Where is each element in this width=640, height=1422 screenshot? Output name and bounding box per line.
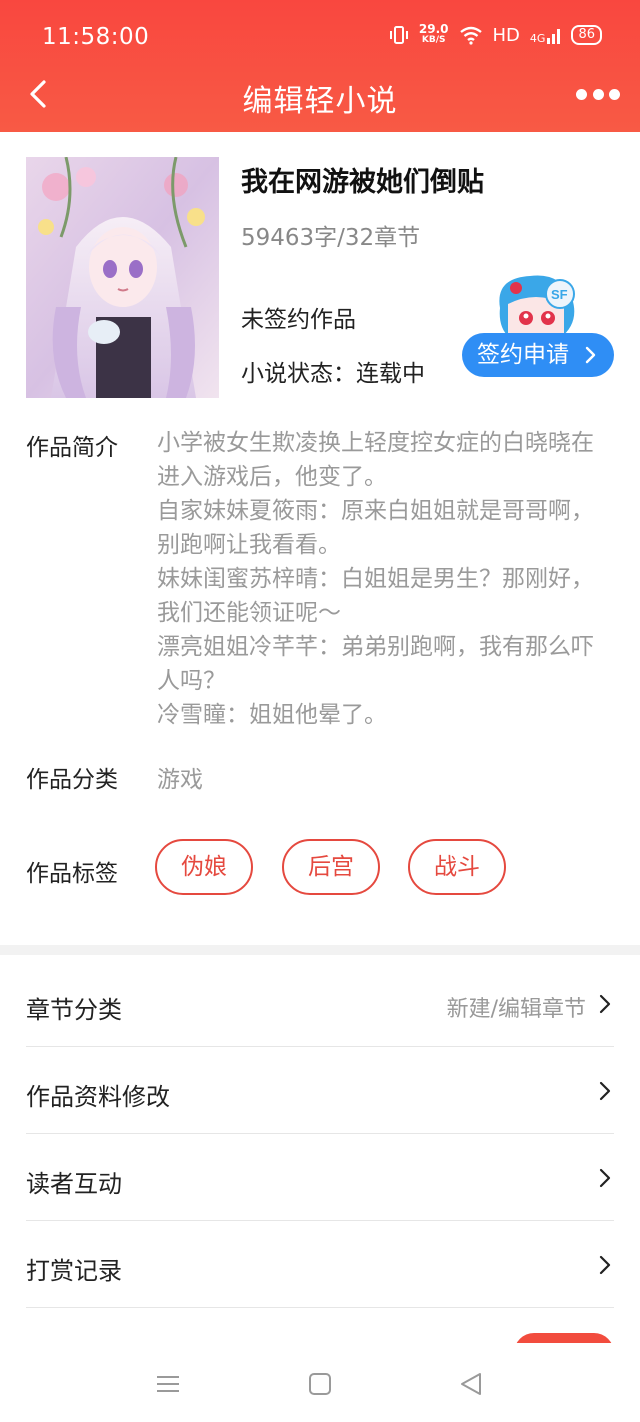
app-header: 11:58:00 29.0 KB/S HD 4G 86 编辑轻小说: [0, 0, 640, 132]
chevron-right-icon: [599, 994, 611, 1014]
signal-type: 4G: [529, 32, 546, 45]
sign-apply-button[interactable]: 签约申请: [462, 333, 614, 377]
menu-icon[interactable]: [155, 1371, 181, 1397]
menu-row-label: 作品资料修改: [26, 1083, 170, 1111]
intro-line: 小学被女生欺凌换上轻度控女症的白晓晓在进入游戏后，他变了。: [157, 430, 594, 490]
intro-line: 妹妹闺蜜苏梓晴：白姐姐是男生？那刚好，我们还能领证呢～: [157, 566, 594, 626]
menu-row-value: 新建/编辑章节: [446, 997, 586, 1022]
menu-row-reader-interaction[interactable]: 读者互动: [26, 1134, 614, 1221]
network-speed: 29.0 KB/S: [418, 22, 449, 46]
more-dots-icon[interactable]: [576, 82, 620, 106]
novel-status: 小说状态：连载中: [241, 361, 425, 387]
battery-icon: 86: [571, 25, 602, 45]
category-label: 作品分类: [26, 767, 118, 793]
intro-line: 冷雪瞳：姐姐他晕了。: [157, 702, 387, 728]
menu-row-label: 章节分类: [26, 996, 122, 1024]
intro-line: 漂亮姐姐冷芊芊：弟弟别跑啊，我有那么吓人吗？: [157, 634, 594, 694]
home-icon[interactable]: [307, 1371, 333, 1397]
intro-text: 小学被女生欺凌换上轻度控女症的白晓晓在进入游戏后，他变了。 自家妹妹夏筱雨：原来…: [157, 426, 607, 732]
chevron-right-icon: [585, 346, 596, 364]
back-triangle-icon[interactable]: [458, 1371, 484, 1397]
book-cover: [26, 157, 219, 398]
menu-row-label: 读者互动: [26, 1170, 122, 1198]
nav-bar: 编辑轻小说: [0, 62, 640, 128]
sign-apply-label: 签约申请: [477, 342, 569, 368]
menu-row-chapter-category[interactable]: 章节分类 新建/编辑章节: [26, 960, 614, 1047]
status-bar: 11:58:00 29.0 KB/S HD 4G 86: [0, 0, 640, 70]
book-title: 我在网游被她们倒贴: [241, 167, 484, 198]
network-speed-value: 29.0: [418, 22, 449, 36]
system-nav-bar: [0, 1343, 640, 1422]
menu-row-label: 打赏记录: [26, 1257, 122, 1285]
intro-line: 自家妹妹夏筱雨：原来白姐姐就是哥哥啊，别跑啊让我看看。: [157, 498, 594, 558]
signal-bars-icon: [547, 29, 561, 44]
battery-level: 86: [578, 27, 595, 42]
signal-icon: 4G: [530, 26, 562, 44]
menu-row-edit-info[interactable]: 作品资料修改: [26, 1047, 614, 1134]
chevron-right-icon: [599, 1081, 611, 1101]
svg-text:SF: SF: [551, 287, 568, 302]
page-title: 编辑轻小说: [242, 84, 398, 119]
vibrate-icon: [389, 26, 408, 44]
tag-chip[interactable]: 伪娘: [155, 839, 253, 895]
tag-chip[interactable]: 后宫: [282, 839, 380, 895]
section-divider: [0, 945, 640, 955]
book-stats: 59463字/32章节: [241, 225, 421, 251]
menu-row-tip-records[interactable]: 打赏记录: [26, 1221, 614, 1308]
tag-chip[interactable]: 战斗: [408, 839, 506, 895]
tags-label: 作品标签: [26, 861, 118, 887]
chevron-right-icon: [599, 1168, 611, 1188]
sign-status: 未签约作品: [241, 307, 356, 333]
status-icons: 29.0 KB/S HD 4G 86: [389, 22, 602, 46]
wifi-icon: [459, 26, 482, 45]
hd-indicator: HD: [492, 24, 520, 46]
chevron-right-icon: [599, 1255, 611, 1275]
intro-label: 作品简介: [26, 435, 118, 461]
category-value: 游戏: [157, 767, 203, 793]
network-speed-unit: KB/S: [421, 35, 446, 45]
status-time: 11:58:00: [42, 24, 150, 50]
